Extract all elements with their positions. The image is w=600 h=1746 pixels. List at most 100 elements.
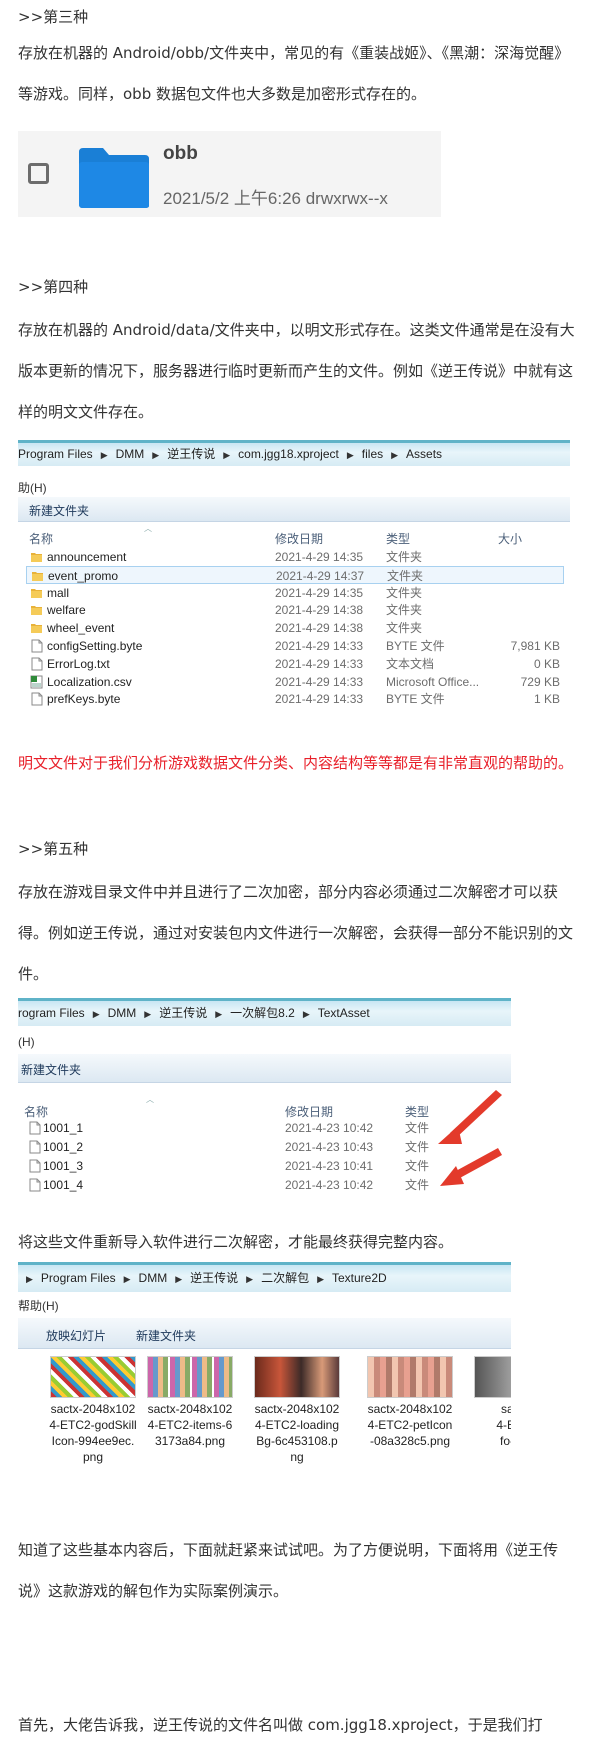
chevron-right-icon: ▶ [144, 1009, 152, 1019]
file-type: Microsoft Office... [386, 674, 480, 689]
chevron-right-icon: ▶ [92, 1009, 100, 1019]
caption-line: 4-ETC2-petIcon [367, 1418, 453, 1432]
address-bar[interactable]: Program Files ▶ DMM ▶ 逆王传说 ▶ com.jgg18.xprojec… [18, 440, 570, 466]
new-folder-button[interactable]: 新建文件夹 [21, 1061, 81, 1078]
table-row[interactable]: prefKeys.byte 2021-4-29 14:33 BYTE 文件 1 KB [18, 690, 570, 708]
file-type: 文本文档 [386, 656, 435, 671]
breadcrumb-item[interactable]: 逆王传说 [159, 1001, 207, 1025]
file-date: 2021-4-23 10:42 [285, 1178, 374, 1192]
chevron-right-icon: ▶ [346, 450, 354, 460]
menu-bar[interactable]: 帮助(H) [18, 1295, 511, 1317]
column-headers: 名称 修改日期 类型 大小 [18, 528, 570, 550]
menu-bar[interactable]: (H) [18, 1031, 511, 1053]
annotation-arrows [438, 1090, 502, 1186]
table-row[interactable]: ErrorLog.txt 2021-4-29 14:33 文本文档 0 KB [18, 655, 570, 673]
breadcrumb-item[interactable]: 逆王传说 [190, 1265, 238, 1291]
header-type[interactable]: 类型 [386, 528, 410, 550]
image-thumbnail[interactable] [367, 1356, 453, 1398]
file-name: announcement [47, 550, 127, 564]
caption-line: 4-ETC2-items-6 [147, 1418, 233, 1432]
file-type: 文件 [405, 1178, 430, 1192]
file-name: prefKeys.byte [47, 692, 121, 707]
thumbnail-caption: sactx-2048x102 4-ETC2-petIcon -08a328c5.pn… [360, 1401, 460, 1449]
file-date: 2021-4-29 14:35 [275, 585, 364, 600]
file-name: 1001_3 [43, 1159, 84, 1173]
caption-line: 4-ETC2-godSkill [49, 1418, 137, 1432]
image-thumbnail[interactable] [474, 1356, 511, 1398]
file-name: wheel_event [47, 621, 115, 636]
obb-folder-card[interactable]: obb 2021/5/2 上午6:26 drwxrwx--x [18, 131, 441, 217]
new-folder-button[interactable]: 新建文件夹 [29, 502, 89, 519]
chevron-right-icon: ▶ [246, 1274, 254, 1284]
file-type: 文件夹 [387, 568, 424, 583]
file-name: ErrorLog.txt [47, 656, 110, 671]
paragraph-third: 存放在机器的 Android/obb/文件夹中，常见的有《重装战姬》、《黑潮：深… [18, 44, 570, 103]
caption-line: 4-ETC2-loading [254, 1418, 340, 1432]
paragraph-first-step: 首先，大佬告诉我，逆王传说的文件名叫做 com.jgg18.xproject，于… [18, 1716, 543, 1734]
file-date: 2021-4-23 10:43 [285, 1140, 374, 1154]
chevron-right-icon: ▶ [175, 1274, 183, 1284]
file-date: 2021-4-23 10:41 [285, 1159, 374, 1173]
article: >>第三种 存放在机器的 Android/obb/文件夹中，常见的有《重装战姬》… [0, 0, 600, 1746]
table-row[interactable]: wheel_event 2021-4-29 14:38 文件夹 [18, 619, 570, 637]
chevron-right-icon: ▶ [391, 450, 399, 460]
file-name: mall [47, 585, 70, 600]
caption-line: sactx-2048x102 [254, 1402, 340, 1416]
file-name: 1001_1 [43, 1121, 84, 1135]
file-date: 2021-4-29 14:37 [276, 568, 365, 583]
file-type: 文件夹 [386, 621, 423, 636]
thumbnail-caption: sactx- 4-ETC2 fo-e4b [467, 1401, 511, 1449]
breadcrumb-item[interactable]: 逆王传说 [167, 443, 215, 465]
breadcrumb-item[interactable]: 一次解包8.2 [230, 1001, 295, 1025]
image-thumbnail[interactable] [147, 1356, 233, 1398]
breadcrumb-item[interactable]: 二次解包 [261, 1265, 309, 1291]
breadcrumb-item[interactable]: Program Files [18, 443, 93, 465]
caption-line: ng [290, 1450, 304, 1464]
toolbar: 放映幻灯片 新建文件夹 [18, 1318, 511, 1349]
section-heading-fourth: >>第四种 [18, 278, 89, 296]
breadcrumb-item[interactable]: Texture2D [332, 1265, 387, 1291]
breadcrumb-item[interactable]: DMM [139, 1265, 168, 1291]
table-row[interactable]: configSetting.byte 2021-4-29 14:33 BYTE 文件… [18, 637, 570, 655]
section-heading-fifth: >>第五种 [18, 840, 89, 858]
chevron-right-icon: ▶ [317, 1274, 324, 1284]
image-thumbnail[interactable] [50, 1356, 136, 1398]
chevron-right-icon: ▶ [26, 1274, 33, 1284]
table-row[interactable]: announcement 2021-4-29 14:35 文件夹 [18, 548, 570, 566]
breadcrumb-item[interactable]: files [362, 443, 383, 465]
paragraph-fifth: 存放在游戏目录文件中并且进行了二次加密，部分内容必须通过二次解密才可以获得。例如… [18, 883, 574, 983]
breadcrumb-item[interactable]: TextAsset [318, 1001, 370, 1025]
thumbnail-caption: sactx-2048x102 4-ETC2-godSkill Icon-994ee9… [43, 1401, 143, 1465]
header-size[interactable]: 大小 [498, 528, 522, 550]
caption-line: sactx-2048x102 [50, 1402, 136, 1416]
menu-bar[interactable]: 助(H) [18, 477, 570, 499]
breadcrumb-item[interactable]: DMM [108, 1001, 137, 1025]
header-name[interactable]: 名称 [29, 528, 53, 550]
breadcrumb-item[interactable]: DMM [116, 443, 145, 465]
folder-icon [79, 148, 149, 208]
file-date: 2021-4-29 14:38 [275, 603, 364, 618]
table-row[interactable]: mall 2021-4-29 14:35 文件夹 [18, 584, 570, 602]
breadcrumb-item[interactable]: Program Files [41, 1265, 116, 1291]
chevron-right-icon: ▶ [123, 1274, 131, 1284]
caption-line: 4-ETC2 [496, 1418, 511, 1432]
address-bar[interactable]: ▶ Program Files ▶ DMM ▶ 逆王传说 ▶ 二次解包 ▶ Texture2D [18, 1262, 511, 1292]
header-date[interactable]: 修改日期 [275, 528, 323, 550]
table-row[interactable]: Localization.csv 2021-4-29 14:33 Microsoft… [18, 673, 570, 691]
explorer-window-texture2d: ▶ Program Files ▶ DMM ▶ 逆王传说 ▶ 二次解包 ▶ Texture2D 帮… [18, 1262, 511, 1490]
breadcrumb-item[interactable]: rogram Files [18, 1001, 85, 1025]
table-row[interactable]: event_promo 2021-4-29 14:37 文件夹 [26, 565, 564, 584]
breadcrumb-item[interactable]: Assets [406, 443, 442, 465]
file-date: 2021-4-29 14:35 [275, 550, 364, 564]
thumbnail-caption: sactx-2048x102 4-ETC2-items-6 3173a84.png [140, 1401, 240, 1449]
address-bar[interactable]: rogram Files ▶ DMM ▶ 逆王传说 ▶ 一次解包8.2 ▶ TextAsset [18, 998, 511, 1026]
file-name: configSetting.byte [47, 639, 143, 653]
table-row[interactable]: welfare 2021-4-29 14:38 文件夹 [18, 601, 570, 619]
new-folder-button[interactable]: 新建文件夹 [136, 1327, 196, 1344]
slideshow-button[interactable]: 放映幻灯片 [46, 1327, 106, 1344]
checkbox[interactable] [28, 163, 49, 184]
breadcrumb-item[interactable]: com.jgg18.xproject [238, 443, 339, 465]
image-thumbnail[interactable] [254, 1356, 340, 1398]
chevron-right-icon: ▶ [302, 1009, 310, 1019]
file-type: 文件 [405, 1159, 430, 1173]
